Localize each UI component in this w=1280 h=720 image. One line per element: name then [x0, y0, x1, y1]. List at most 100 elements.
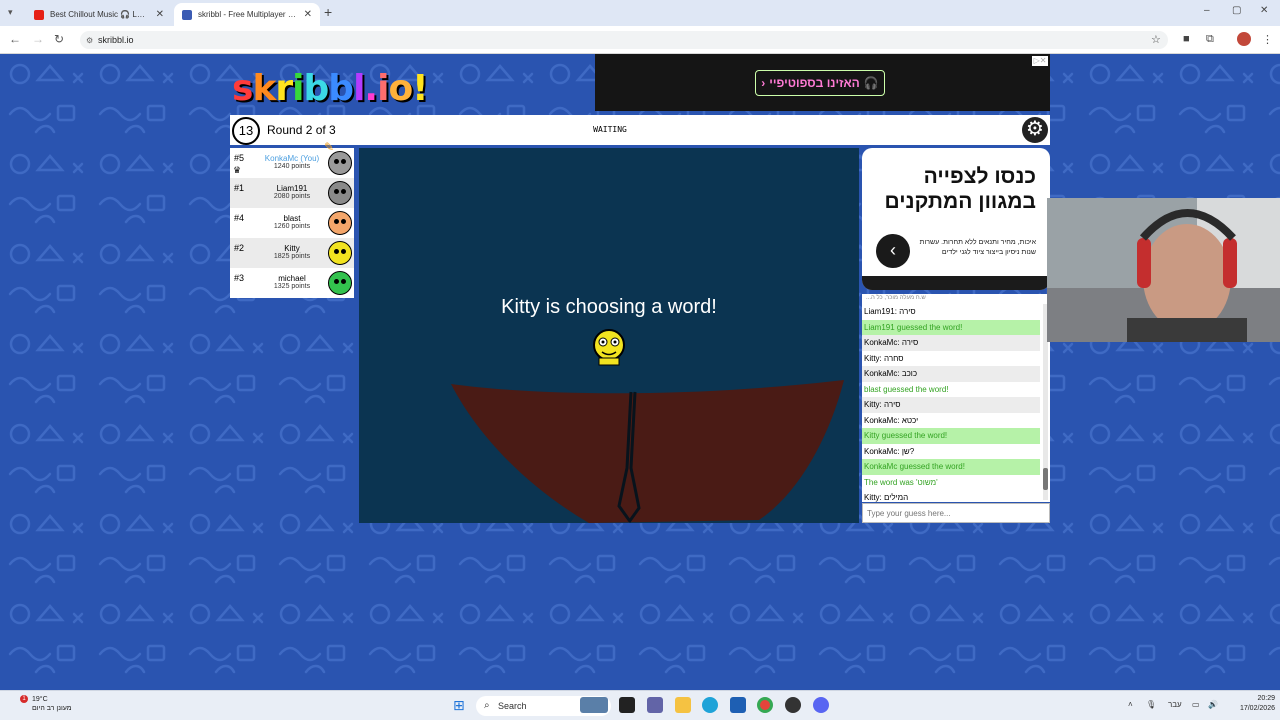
drawing-canvas[interactable]: Kitty is choosing a word! — [359, 148, 859, 523]
ad-note: ש.ח מעלה מוכר, כל ה... — [866, 295, 926, 301]
scrollbar-thumb[interactable] — [1043, 468, 1048, 490]
tray-chevron-icon[interactable]: ˄ — [1128, 700, 1133, 709]
time: 20:29 — [1257, 695, 1275, 702]
player-rank: #4 — [234, 213, 245, 223]
chat-message: KonkaMc: יכטא — [862, 413, 1040, 429]
player-row[interactable]: #3 michael 1325 points — [230, 268, 354, 298]
top-ad-banner[interactable]: 🎧 האזינו בספוטיפיי ‹ ▷✕ — [595, 54, 1050, 111]
windows-start-icon[interactable]: ⊞ — [453, 698, 467, 712]
widgets-icon[interactable] — [580, 697, 608, 713]
chat-author: KonkaMc: — [864, 415, 900, 425]
language-indicator[interactable]: עבר — [1168, 700, 1182, 709]
logo-letter: b — [303, 68, 330, 109]
chat-messages: Liam191: סירה Liam191 guessed the word! Ko… — [862, 304, 1040, 502]
teams-icon[interactable] — [647, 697, 663, 713]
chat-message: The word was 'משוט' — [862, 475, 1040, 491]
chat-text: סירה — [881, 400, 901, 409]
bookmark-star-icon[interactable]: ☆ — [1151, 33, 1161, 46]
reload-icon[interactable]: ↻ — [54, 32, 64, 46]
player-points: 2080 points — [273, 193, 311, 200]
url-field[interactable]: ⚙ skribbl.io — [80, 31, 1168, 49]
logo-letter: s — [232, 68, 253, 109]
microphone-icon[interactable]: 🎙 — [1146, 700, 1156, 709]
profile-avatar[interactable] — [1237, 32, 1251, 46]
kitty-avatar-icon — [593, 329, 625, 366]
chat-text: שן? — [899, 446, 915, 456]
extensions-puzzle-icon[interactable]: ⧉ — [1206, 33, 1214, 46]
player-row[interactable]: #5 ♛ KonkaMc (You) 1240 points ✎ — [230, 140, 354, 178]
pencil-icon: ✎ — [323, 140, 334, 154]
extension-icon[interactable]: ■ — [1183, 33, 1190, 45]
timer-clock-icon: 13 — [232, 117, 260, 145]
chat-text: המילים — [881, 493, 909, 502]
discord-icon[interactable] — [813, 697, 829, 713]
weather-widget[interactable]: 1 19°C מעונן רב היום — [8, 695, 72, 713]
chat-author: Liam191: — [864, 307, 897, 316]
chat-text: Liam191 guessed the word! — [864, 322, 963, 332]
tab-skribbl[interactable]: skribbl - Free Multiplayer Draw ✕ — [174, 3, 320, 26]
chat-text: KonkaMc guessed the word! — [864, 462, 965, 471]
site-info-icon[interactable]: ⚙ — [86, 32, 93, 50]
menu-icon[interactable]: ⋮ — [1262, 33, 1273, 46]
player-avatar-icon — [328, 241, 352, 265]
chat-panel: ש.ח מעלה מוכר, כל ה... Liam191: סירה Liam… — [862, 294, 1050, 502]
player-name: michael — [278, 274, 306, 283]
chat-message: Liam191 guessed the word! — [862, 319, 1040, 335]
close-window-button[interactable]: ✕ — [1260, 5, 1268, 16]
close-tab-icon[interactable]: ✕ — [156, 9, 164, 20]
chat-message: KonkaMc: שן? — [862, 444, 1040, 460]
chrome-icon[interactable] — [757, 697, 773, 713]
address-bar-row: ← → ↻ ⚙ skribbl.io ☆ ■ ⧉ ⋮ — [0, 26, 1280, 54]
side-ad[interactable]: כנסו לצפייה במגוון המתקנים ‹ איכות, מחיר… — [862, 148, 1050, 290]
player-list: #5 ♛ KonkaMc (You) 1240 points ✎ #1 Liam191 208… — [230, 140, 354, 298]
logo-letter: b — [328, 68, 354, 109]
player-row[interactable]: #1 Liam191 2080 points — [230, 178, 354, 208]
volume-icon[interactable]: 🔊 — [1208, 700, 1218, 709]
skribbl-logo: skribbl.io! — [232, 68, 429, 109]
obs-icon[interactable] — [785, 697, 801, 713]
task-view-icon[interactable] — [619, 697, 635, 713]
chat-text: יכטא — [899, 415, 919, 425]
store-icon[interactable] — [730, 697, 746, 713]
tab-search-icon[interactable]: ▾ — [8, 7, 18, 17]
chat-message: Kitty: סחרה — [862, 351, 1040, 367]
new-tab-button[interactable]: + — [324, 4, 332, 20]
taskbar-clock[interactable]: 20:29 17/02/2026 — [1225, 694, 1275, 714]
settings-gear-icon[interactable]: ⚙ — [1022, 117, 1048, 143]
player-points: 1825 points — [273, 253, 311, 260]
back-icon[interactable]: ← — [9, 32, 21, 46]
close-tab-icon[interactable]: ✕ — [304, 9, 312, 20]
player-row[interactable]: #2 Kitty 1825 points — [230, 238, 354, 268]
player-name: KonkaMc (You) — [264, 154, 320, 163]
ad-info-icon[interactable]: ▷✕ — [1032, 56, 1048, 66]
player-points: 1240 points — [273, 163, 311, 170]
forward-icon[interactable]: → — [32, 32, 44, 46]
network-icon[interactable]: ▭ — [1192, 700, 1200, 709]
chat-author: Kitty: — [864, 493, 882, 502]
choosing-message: Kitty is choosing a word! — [501, 296, 717, 318]
tab-youtube[interactable]: Best Chillout Music 🎧 LOUNGE ✕ — [26, 3, 172, 26]
minimize-button[interactable]: – — [1204, 5, 1210, 16]
player-name: Liam191 — [276, 184, 308, 193]
file-explorer-icon[interactable] — [675, 697, 691, 713]
player-points: 1325 points — [273, 283, 311, 290]
logo-letter: o — [388, 68, 413, 109]
chat-author: KonkaMc: — [864, 338, 900, 347]
chat-message: KonkaMc guessed the word! — [862, 459, 1040, 475]
ad-arrow-icon[interactable]: ‹ — [876, 234, 910, 268]
maximize-button[interactable]: ▢ — [1232, 5, 1241, 16]
game-top-bar: 13 Round 2 of 3 WAITING ⚙ — [230, 115, 1050, 145]
spotify-ad-button[interactable]: 🎧 האזינו בספוטיפיי ‹ — [755, 70, 885, 96]
guess-input[interactable] — [862, 503, 1050, 523]
search-icon: ⌕ — [484, 700, 490, 711]
chat-message: Kitty: סירה — [862, 397, 1040, 413]
player-points: 1260 points — [273, 223, 311, 230]
player-avatar-icon — [328, 271, 352, 295]
edge-icon[interactable] — [702, 697, 718, 713]
url-text: skribbl.io — [98, 35, 134, 45]
player-row[interactable]: #4 blast 1260 points — [230, 208, 354, 238]
chat-message: Kitty guessed the word! — [862, 428, 1040, 444]
chat-text: סירה — [899, 338, 919, 347]
logo-letter: . — [364, 68, 378, 109]
ad-subtext: איכות, מחיר ותנאים ללא תחרות. עשרות שנות… — [919, 239, 1036, 256]
